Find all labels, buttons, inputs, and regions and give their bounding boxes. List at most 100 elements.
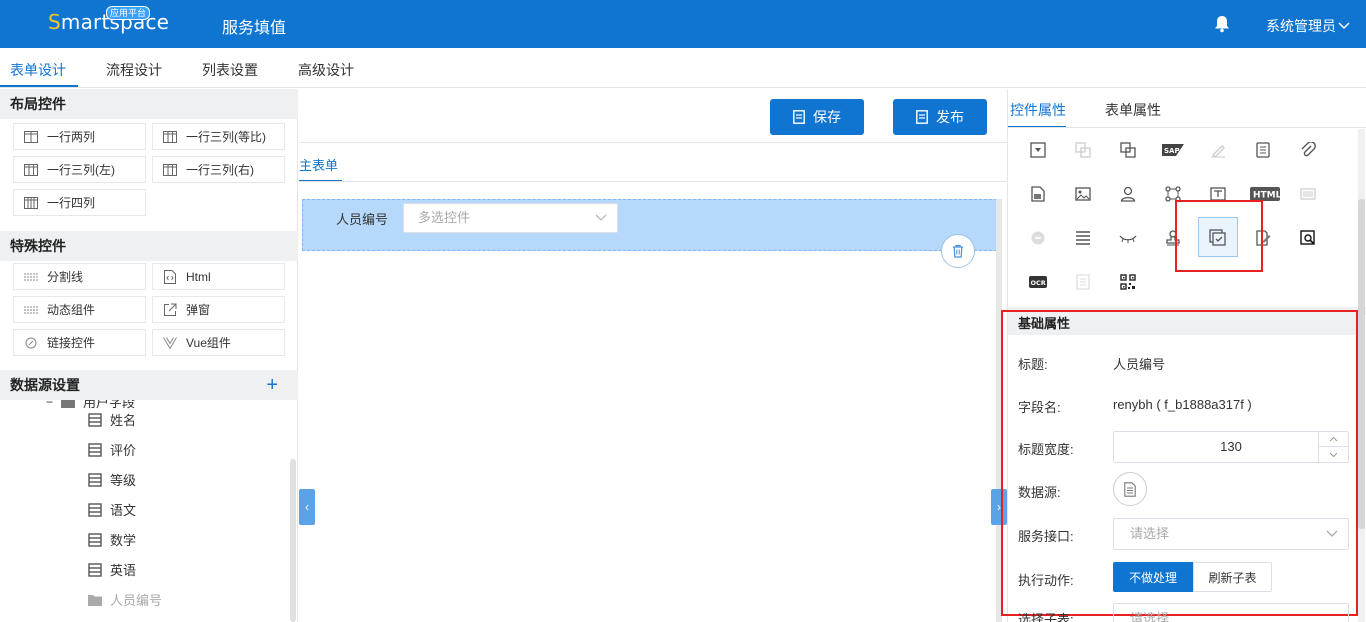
folder-icon: [61, 400, 76, 408]
control-four-columns[interactable]: 一行四列: [13, 189, 146, 216]
folder-icon: [88, 594, 102, 606]
sap-icon[interactable]: SAP: [1158, 135, 1188, 165]
tree-label: 评价: [110, 443, 137, 458]
divider-icon: [23, 270, 39, 284]
user-menu[interactable]: 系统管理员: [1266, 16, 1350, 36]
collapse-left-button[interactable]: ‹: [299, 489, 315, 525]
tree-item-english[interactable]: 英语: [88, 560, 136, 579]
tree-item-rating[interactable]: 评价: [88, 440, 136, 459]
multi-select-field[interactable]: 多选控件: [403, 203, 618, 233]
barcode-disabled-icon[interactable]: [1293, 179, 1323, 209]
tab-list-settings[interactable]: 列表设置: [202, 60, 258, 80]
select-subtable-label: 选择子表:: [1018, 612, 1074, 622]
columns-icon: [23, 130, 39, 144]
dropdown-icon[interactable]: [1023, 135, 1053, 165]
properties-panel: 控件属性 表单属性 SAP HTML OCR 基础属性 标题: 人员编号 字段名…: [1001, 89, 1366, 622]
datasource-heading: 数据源设置 +: [0, 370, 298, 400]
tab-main-form[interactable]: 主表单: [299, 155, 338, 174]
tab-advanced-design[interactable]: 高级设计: [298, 60, 354, 80]
left-scrollbar[interactable]: [290, 459, 296, 622]
service-interface-label: 服务接口:: [1018, 529, 1074, 544]
chevron-down-icon: [595, 204, 607, 232]
overlap-icon[interactable]: [1113, 135, 1143, 165]
user-icon[interactable]: [1113, 179, 1143, 209]
toggle-disabled-icon[interactable]: [1023, 223, 1053, 253]
tab-control-properties[interactable]: 控件属性: [1010, 100, 1066, 120]
add-datasource-button[interactable]: +: [266, 370, 278, 400]
publish-button[interactable]: 发布: [893, 99, 987, 135]
control-vue-component[interactable]: Vue组件: [152, 329, 285, 356]
columns-icon: [162, 163, 178, 177]
ocr-label: OCR: [1031, 279, 1046, 287]
chevron-left-icon: ‹: [305, 500, 309, 514]
html-label: HTML: [1253, 191, 1280, 201]
select-subtable-select[interactable]: 请选择: [1113, 603, 1349, 622]
save-label: 保存: [813, 109, 841, 125]
publish-label: 发布: [936, 109, 964, 125]
right-scrollbar[interactable]: [1358, 199, 1365, 529]
control-three-columns-left[interactable]: 一行三列(左): [13, 156, 146, 183]
datasource-title: 数据源设置: [10, 377, 80, 393]
delete-field-button[interactable]: [941, 234, 975, 268]
list-lines-icon[interactable]: [1068, 223, 1098, 253]
document-stamp-icon[interactable]: [1023, 179, 1053, 209]
bell-icon[interactable]: [1214, 15, 1230, 33]
chevron-down-icon: [1338, 22, 1350, 30]
page-title: 服务填值: [222, 20, 287, 37]
tree-item-chinese[interactable]: 语文: [88, 500, 136, 519]
save-button[interactable]: 保存: [770, 99, 864, 135]
title-width-input[interactable]: 130: [1113, 431, 1349, 463]
copy-disabled-icon[interactable]: [1068, 135, 1098, 165]
tree-label: 英语: [110, 563, 137, 578]
divider: [1008, 127, 1366, 128]
title-width-value: 130: [1220, 439, 1242, 454]
design-tabs: 表单设计 流程设计 列表设置 高级设计: [0, 48, 1366, 88]
field-icon: [88, 412, 102, 427]
columns-icon: [23, 163, 39, 177]
image-icon[interactable]: [1068, 179, 1098, 209]
control-three-columns-equal[interactable]: 一行三列(等比): [152, 123, 285, 150]
field-icon: [88, 562, 102, 577]
chevron-up-icon[interactable]: [1319, 432, 1348, 447]
control-label: 弹窗: [186, 303, 211, 317]
qrcode-icon[interactable]: [1113, 267, 1143, 297]
control-dynamic-component[interactable]: 动态组件: [13, 296, 146, 323]
control-two-columns[interactable]: 一行两列: [13, 123, 146, 150]
control-three-columns-right[interactable]: 一行三列(右): [152, 156, 285, 183]
control-link[interactable]: 链接控件: [13, 329, 146, 356]
control-divider[interactable]: 分割线: [13, 263, 146, 290]
tab-form-properties[interactable]: 表单属性: [1105, 100, 1161, 120]
link-icon: [23, 336, 39, 350]
text-document-icon[interactable]: [1248, 135, 1278, 165]
document-icon: [1124, 481, 1136, 497]
action-no-processing-button[interactable]: 不做处理: [1113, 562, 1193, 592]
control-popup[interactable]: 弹窗: [152, 296, 285, 323]
tree-item-math[interactable]: 数学: [88, 530, 136, 549]
action-refresh-subtable-button[interactable]: 刷新子表: [1193, 562, 1272, 592]
control-html[interactable]: Html: [152, 263, 285, 290]
app-logo[interactable]: Smartspace 应用平台: [48, 6, 169, 34]
datasource-button[interactable]: [1113, 472, 1147, 506]
vue-icon: [162, 336, 178, 350]
selected-form-field[interactable]: 人员编号 多选控件: [302, 199, 997, 268]
sap-label: SAP: [1164, 147, 1180, 155]
signature-disabled-icon[interactable]: [1203, 135, 1233, 165]
code-file-icon: [162, 269, 178, 284]
tree-item-level[interactable]: 等级: [88, 470, 136, 489]
tab-form-design[interactable]: 表单设计: [10, 60, 66, 80]
chevron-down-icon[interactable]: [1319, 447, 1348, 462]
divider: [299, 181, 1007, 182]
control-label: Html: [186, 269, 211, 284]
tree-item-staff-number[interactable]: 人员编号: [88, 590, 162, 609]
tab-flow-design[interactable]: 流程设计: [106, 60, 162, 80]
form-disabled-icon[interactable]: [1068, 267, 1098, 297]
tree-item-name[interactable]: 姓名: [88, 410, 136, 429]
search-document-icon[interactable]: [1293, 223, 1323, 253]
control-label: 动态组件: [47, 303, 96, 317]
service-interface-select[interactable]: 请选择: [1113, 518, 1349, 550]
number-stepper[interactable]: [1318, 432, 1348, 462]
tree-label: 等级: [110, 473, 137, 488]
attachment-icon[interactable]: [1293, 135, 1323, 165]
eye-closed-icon[interactable]: [1113, 223, 1143, 253]
ocr-icon[interactable]: OCR: [1023, 267, 1053, 297]
